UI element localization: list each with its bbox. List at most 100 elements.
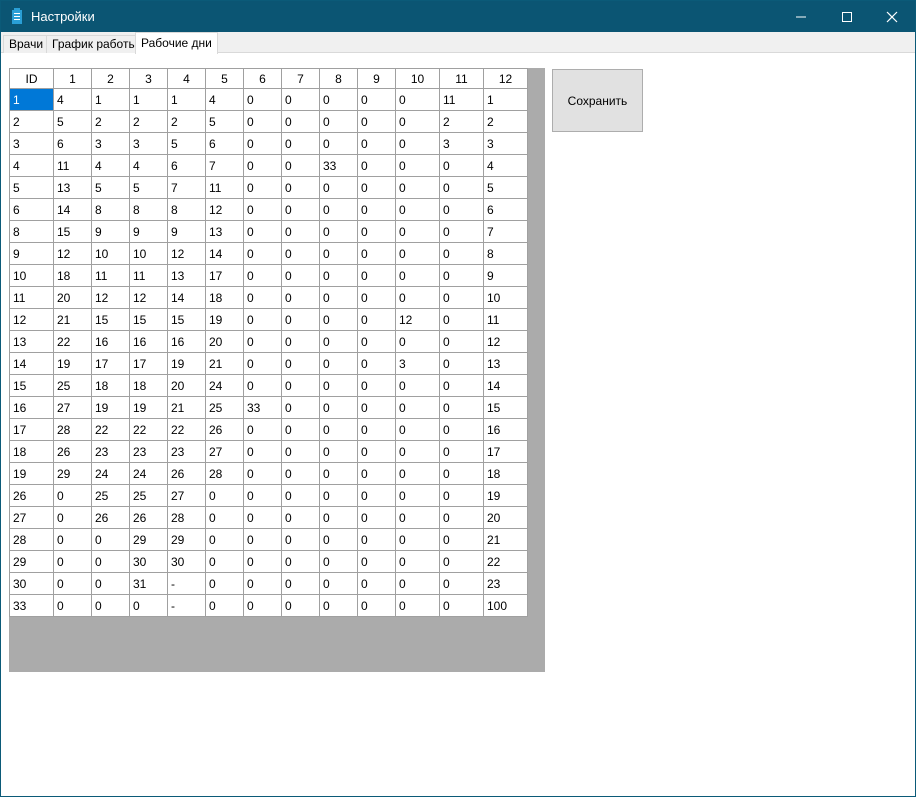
table-cell[interactable]: 0 bbox=[205, 528, 244, 551]
table-cell[interactable]: 6 bbox=[483, 198, 528, 221]
id-cell[interactable]: 1 bbox=[9, 88, 54, 111]
table-cell[interactable]: 1 bbox=[129, 88, 168, 111]
table-cell[interactable]: 2 bbox=[129, 110, 168, 133]
column-header[interactable]: 3 bbox=[129, 68, 168, 89]
table-cell[interactable]: 0 bbox=[243, 594, 282, 617]
table-cell[interactable]: 0 bbox=[395, 440, 440, 463]
column-header[interactable]: ID bbox=[9, 68, 54, 89]
table-cell[interactable]: 28 bbox=[205, 462, 244, 485]
table-cell[interactable]: 0 bbox=[281, 462, 320, 485]
table-cell[interactable]: 7 bbox=[205, 154, 244, 177]
table-cell[interactable]: 0 bbox=[319, 396, 358, 419]
column-header[interactable]: 6 bbox=[243, 68, 282, 89]
save-button[interactable]: Сохранить bbox=[552, 69, 643, 132]
table-cell[interactable]: 0 bbox=[439, 572, 484, 595]
table-cell[interactable]: 19 bbox=[129, 396, 168, 419]
table-cell[interactable]: 26 bbox=[53, 440, 92, 463]
table-cell[interactable]: 0 bbox=[319, 572, 358, 595]
table-cell[interactable]: 0 bbox=[439, 308, 484, 331]
table-cell[interactable]: 4 bbox=[483, 154, 528, 177]
table-cell[interactable]: 27 bbox=[205, 440, 244, 463]
table-cell[interactable]: 19 bbox=[167, 352, 206, 375]
table-cell[interactable]: 7 bbox=[167, 176, 206, 199]
table-cell[interactable]: 15 bbox=[91, 308, 130, 331]
table-cell[interactable]: 0 bbox=[319, 242, 358, 265]
table-cell[interactable]: 0 bbox=[281, 418, 320, 441]
table-cell[interactable]: 15 bbox=[129, 308, 168, 331]
table-cell[interactable]: 11 bbox=[439, 88, 484, 111]
table-cell[interactable]: 0 bbox=[91, 594, 130, 617]
table-cell[interactable]: 0 bbox=[357, 110, 396, 133]
table-cell[interactable]: 0 bbox=[243, 330, 282, 353]
table-cell[interactable]: 0 bbox=[281, 198, 320, 221]
table-cell[interactable]: 0 bbox=[243, 550, 282, 573]
table-cell[interactable]: 21 bbox=[167, 396, 206, 419]
table-cell[interactable]: 20 bbox=[483, 506, 528, 529]
table-cell[interactable]: 0 bbox=[319, 330, 358, 353]
table-cell[interactable]: 2 bbox=[91, 110, 130, 133]
table-cell[interactable]: 0 bbox=[395, 330, 440, 353]
table-cell[interactable]: 12 bbox=[167, 242, 206, 265]
table-cell[interactable]: 0 bbox=[319, 506, 358, 529]
table-cell[interactable]: 0 bbox=[357, 242, 396, 265]
table-cell[interactable]: 5 bbox=[205, 110, 244, 133]
table-cell[interactable]: 11 bbox=[205, 176, 244, 199]
column-header[interactable]: 10 bbox=[395, 68, 440, 89]
table-cell[interactable]: 0 bbox=[243, 264, 282, 287]
id-cell[interactable]: 2 bbox=[9, 110, 54, 133]
id-cell[interactable]: 11 bbox=[9, 286, 54, 309]
table-cell[interactable]: 24 bbox=[205, 374, 244, 397]
table-cell[interactable]: 0 bbox=[439, 506, 484, 529]
table-cell[interactable]: 25 bbox=[91, 484, 130, 507]
table-cell[interactable]: 26 bbox=[129, 506, 168, 529]
table-cell[interactable]: 0 bbox=[357, 330, 396, 353]
table-cell[interactable]: 14 bbox=[483, 374, 528, 397]
table-cell[interactable]: 0 bbox=[357, 308, 396, 331]
id-cell[interactable]: 14 bbox=[9, 352, 54, 375]
table-cell[interactable]: - bbox=[167, 594, 206, 617]
table-cell[interactable]: 12 bbox=[53, 242, 92, 265]
column-header[interactable]: 9 bbox=[357, 68, 396, 89]
table-cell[interactable]: 0 bbox=[439, 594, 484, 617]
table-cell[interactable]: 0 bbox=[395, 132, 440, 155]
table-cell[interactable]: 0 bbox=[395, 198, 440, 221]
table-cell[interactable]: 18 bbox=[53, 264, 92, 287]
table-cell[interactable]: 3 bbox=[439, 132, 484, 155]
table-cell[interactable]: 5 bbox=[53, 110, 92, 133]
table-cell[interactable]: 0 bbox=[243, 374, 282, 397]
tab-doctors[interactable]: Врачи bbox=[3, 35, 50, 53]
table-cell[interactable]: 9 bbox=[167, 220, 206, 243]
table-cell[interactable]: 0 bbox=[439, 286, 484, 309]
table-cell[interactable]: 0 bbox=[53, 484, 92, 507]
table-cell[interactable]: 100 bbox=[483, 594, 528, 617]
column-header[interactable]: 11 bbox=[439, 68, 484, 89]
table-cell[interactable]: 18 bbox=[205, 286, 244, 309]
table-cell[interactable]: 0 bbox=[439, 462, 484, 485]
table-cell[interactable]: 26 bbox=[91, 506, 130, 529]
table-cell[interactable]: 0 bbox=[395, 220, 440, 243]
table-cell[interactable]: 22 bbox=[483, 550, 528, 573]
tab-work-schedule[interactable]: График работы bbox=[46, 35, 144, 53]
table-cell[interactable]: 0 bbox=[281, 440, 320, 463]
table-cell[interactable]: 0 bbox=[357, 396, 396, 419]
table-cell[interactable]: 0 bbox=[91, 550, 130, 573]
table-cell[interactable]: 0 bbox=[395, 462, 440, 485]
table-cell[interactable]: 31 bbox=[129, 572, 168, 595]
table-cell[interactable]: 0 bbox=[439, 330, 484, 353]
table-cell[interactable]: 11 bbox=[91, 264, 130, 287]
table-cell[interactable]: 0 bbox=[395, 506, 440, 529]
table-cell[interactable]: 0 bbox=[439, 242, 484, 265]
table-cell[interactable]: 18 bbox=[483, 462, 528, 485]
table-cell[interactable]: 0 bbox=[205, 550, 244, 573]
table-cell[interactable]: 13 bbox=[483, 352, 528, 375]
table-cell[interactable]: 5 bbox=[91, 176, 130, 199]
table-cell[interactable]: 0 bbox=[357, 594, 396, 617]
table-cell[interactable]: 0 bbox=[395, 594, 440, 617]
table-cell[interactable]: 7 bbox=[483, 220, 528, 243]
table-cell[interactable]: 12 bbox=[483, 330, 528, 353]
table-cell[interactable]: 0 bbox=[439, 396, 484, 419]
table-cell[interactable]: 0 bbox=[357, 418, 396, 441]
table-cell[interactable]: - bbox=[167, 572, 206, 595]
table-cell[interactable]: 0 bbox=[53, 506, 92, 529]
table-cell[interactable]: 0 bbox=[281, 528, 320, 551]
